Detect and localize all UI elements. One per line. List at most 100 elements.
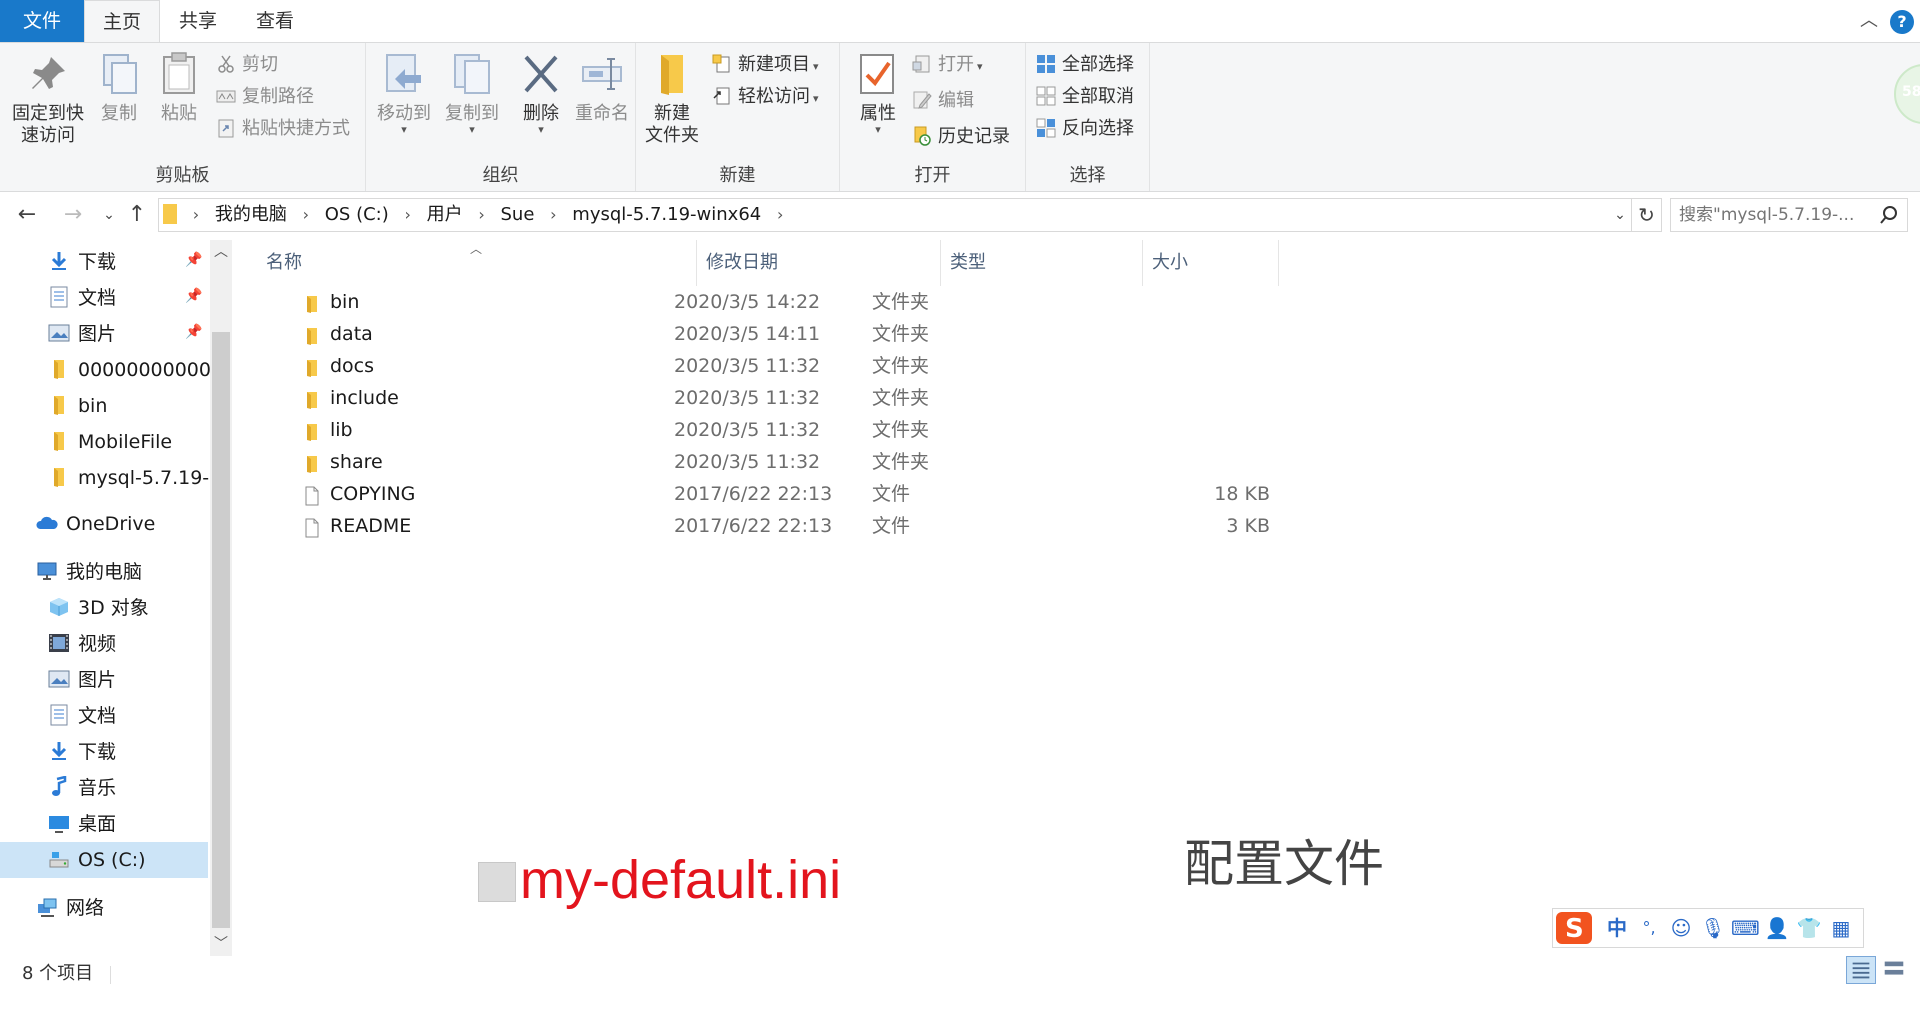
forward-arrow-icon[interactable]: →	[58, 200, 88, 230]
nav-item-3d-objects[interactable]: 3D 对象	[48, 590, 149, 626]
file-row[interactable]: docs 2020/3/5 11:32 文件夹	[266, 350, 1276, 382]
search-input[interactable]	[1671, 199, 1871, 231]
file-row[interactable]: data 2020/3/5 14:11 文件夹	[266, 318, 1276, 350]
emoji-smiley-icon[interactable]: ☺	[1667, 913, 1695, 943]
scroll-down-arrow-icon[interactable]: ﹀	[210, 932, 232, 956]
sogou-logo-icon[interactable]: S	[1555, 911, 1595, 944]
file-row[interactable]: COPYING 2017/6/22 22:13 文件 18 KB	[266, 478, 1276, 510]
breadcrumb-separator-icon[interactable]: ›	[472, 199, 490, 231]
address-bar[interactable]: › 我的电脑 › OS (C:) › 用户 › Sue › mysql-5.7.…	[158, 198, 1632, 232]
nav-item-documents-pc[interactable]: 文档	[48, 698, 116, 734]
column-header-date[interactable]: 修改日期	[706, 240, 906, 286]
pin-icon[interactable]: 📌	[184, 324, 204, 340]
pin-to-quick-access-button[interactable]: 固定到快 速访问	[6, 51, 90, 147]
nav-item-pictures[interactable]: 图片	[48, 316, 116, 352]
column-divider[interactable]	[940, 240, 941, 286]
column-divider[interactable]	[1142, 240, 1143, 286]
file-row[interactable]: README 2017/6/22 22:13 文件 3 KB	[266, 510, 1276, 542]
breadcrumb-separator-icon[interactable]: ›	[544, 199, 562, 231]
nav-item-downloads[interactable]: 下载	[48, 244, 116, 280]
column-divider[interactable]	[696, 240, 697, 286]
new-item-button[interactable]: 新建项目 ▾	[712, 51, 819, 79]
nav-pane-scrollbar[interactable]: ︿ ﹀	[210, 240, 232, 956]
copy-to-button[interactable]: 复制到 ▾	[440, 51, 504, 135]
toolbox-grid-icon[interactable]: ▦	[1827, 913, 1855, 943]
tab-home[interactable]: 主页	[84, 0, 160, 42]
nav-item-folder-bin[interactable]: bin	[48, 388, 107, 424]
paste-button[interactable]: 粘贴	[152, 51, 206, 125]
tab-view[interactable]: 查看	[236, 0, 314, 42]
recent-locations-chevron-icon[interactable]: ⌄	[94, 200, 124, 230]
nav-item-desktop[interactable]: 桌面	[48, 806, 116, 842]
cut-button[interactable]: 剪切	[216, 51, 278, 79]
properties-button[interactable]: 属性 ▾	[850, 51, 906, 135]
ime-punctuation-toggle[interactable]: °,	[1635, 913, 1663, 943]
user-icon[interactable]: 👤	[1763, 913, 1791, 943]
breadcrumb-separator-icon[interactable]: ›	[398, 199, 416, 231]
delete-button[interactable]: 删除 ▾	[514, 51, 568, 135]
copy-button[interactable]: 复制	[92, 51, 146, 125]
search-icon[interactable]	[1879, 205, 1899, 225]
skin-shirt-icon[interactable]: 👕	[1795, 913, 1823, 943]
history-button[interactable]: 历史记录	[912, 123, 1010, 151]
breadcrumb-separator-icon[interactable]: ›	[187, 199, 205, 231]
scrollbar-thumb[interactable]	[212, 332, 230, 928]
breadcrumb-user[interactable]: Sue	[497, 199, 539, 231]
nav-item-folder-000000000000[interactable]: 000000000000	[48, 352, 210, 388]
nav-item-documents[interactable]: 文档	[48, 280, 116, 316]
breadcrumb-separator-icon[interactable]: ›	[297, 199, 315, 231]
refresh-icon[interactable]: ↻	[1632, 198, 1662, 232]
column-header-name[interactable]: 名称	[234, 240, 694, 286]
search-box[interactable]	[1670, 198, 1908, 232]
invert-selection-button[interactable]: 反向选择	[1036, 115, 1134, 143]
nav-item-folder-mysql[interactable]: mysql-5.7.19-w	[48, 460, 210, 496]
collapse-ribbon-icon[interactable]: ︿	[1854, 6, 1884, 36]
column-divider[interactable]	[1278, 240, 1279, 286]
keyboard-icon[interactable]: ⌨	[1731, 913, 1760, 943]
breadcrumb-users[interactable]: 用户	[423, 199, 467, 231]
nav-item-onedrive[interactable]: OneDrive	[36, 506, 155, 542]
file-row[interactable]: share 2020/3/5 11:32 文件夹	[266, 446, 1276, 478]
microphone-icon[interactable]: 🎙	[1699, 913, 1727, 943]
nav-item-network[interactable]: 网络	[36, 890, 104, 926]
open-button[interactable]: 打开 ▾	[912, 51, 983, 79]
nav-item-downloads-pc[interactable]: 下载	[48, 734, 116, 770]
ime-mode-toggle[interactable]: 中	[1603, 913, 1631, 943]
file-row[interactable]: include 2020/3/5 11:32 文件夹	[266, 382, 1276, 414]
new-folder-button[interactable]: 新建 文件夹	[642, 51, 702, 147]
column-header-size[interactable]: 大小	[1152, 240, 1252, 286]
status-divider	[110, 966, 111, 984]
move-to-button[interactable]: 移动到 ▾	[372, 51, 436, 135]
pin-icon[interactable]: 📌	[184, 252, 204, 268]
nav-item-pictures-pc[interactable]: 图片	[48, 662, 116, 698]
nav-item-music[interactable]: 音乐	[48, 770, 116, 806]
nav-item-videos[interactable]: 视频	[48, 626, 116, 662]
file-row[interactable]: lib 2020/3/5 11:32 文件夹	[266, 414, 1276, 446]
nav-item-os-drive[interactable]: OS (C:)	[48, 842, 146, 878]
breadcrumb-this-pc[interactable]: 我的电脑	[211, 199, 291, 231]
pin-icon[interactable]: 📌	[184, 288, 204, 304]
file-row[interactable]: bin 2020/3/5 14:22 文件夹	[266, 286, 1276, 318]
select-none-button[interactable]: 全部取消	[1036, 83, 1134, 111]
breadcrumb-current-folder[interactable]: mysql-5.7.19-winx64	[568, 199, 765, 231]
scroll-up-arrow-icon[interactable]: ︿	[210, 240, 232, 264]
nav-item-this-pc[interactable]: 我的电脑	[36, 554, 142, 590]
back-arrow-icon[interactable]: ←	[12, 200, 42, 230]
breadcrumb-drive[interactable]: OS (C:)	[321, 199, 393, 231]
details-view-icon[interactable]	[1846, 956, 1876, 984]
rename-button[interactable]: 重命名	[570, 51, 634, 125]
tab-share[interactable]: 共享	[160, 0, 236, 42]
paste-shortcut-button[interactable]: 粘贴快捷方式	[216, 115, 350, 143]
easy-access-button[interactable]: 轻松访问 ▾	[712, 83, 819, 111]
help-icon[interactable]: ?	[1890, 10, 1914, 34]
tab-file[interactable]: 文件	[0, 0, 84, 42]
address-history-dropdown-icon[interactable]: ⌄	[1609, 199, 1631, 231]
copy-path-button[interactable]: 复制路径	[216, 83, 314, 111]
column-header-type[interactable]: 类型	[950, 240, 1110, 286]
up-arrow-icon[interactable]: ↑	[122, 200, 152, 230]
select-all-button[interactable]: 全部选择	[1036, 51, 1134, 79]
nav-item-folder-mobilefile[interactable]: MobileFile	[48, 424, 172, 460]
breadcrumb-separator-icon[interactable]: ›	[771, 199, 789, 231]
edit-button[interactable]: 编辑	[912, 87, 974, 115]
large-icons-view-icon[interactable]	[1880, 956, 1910, 984]
